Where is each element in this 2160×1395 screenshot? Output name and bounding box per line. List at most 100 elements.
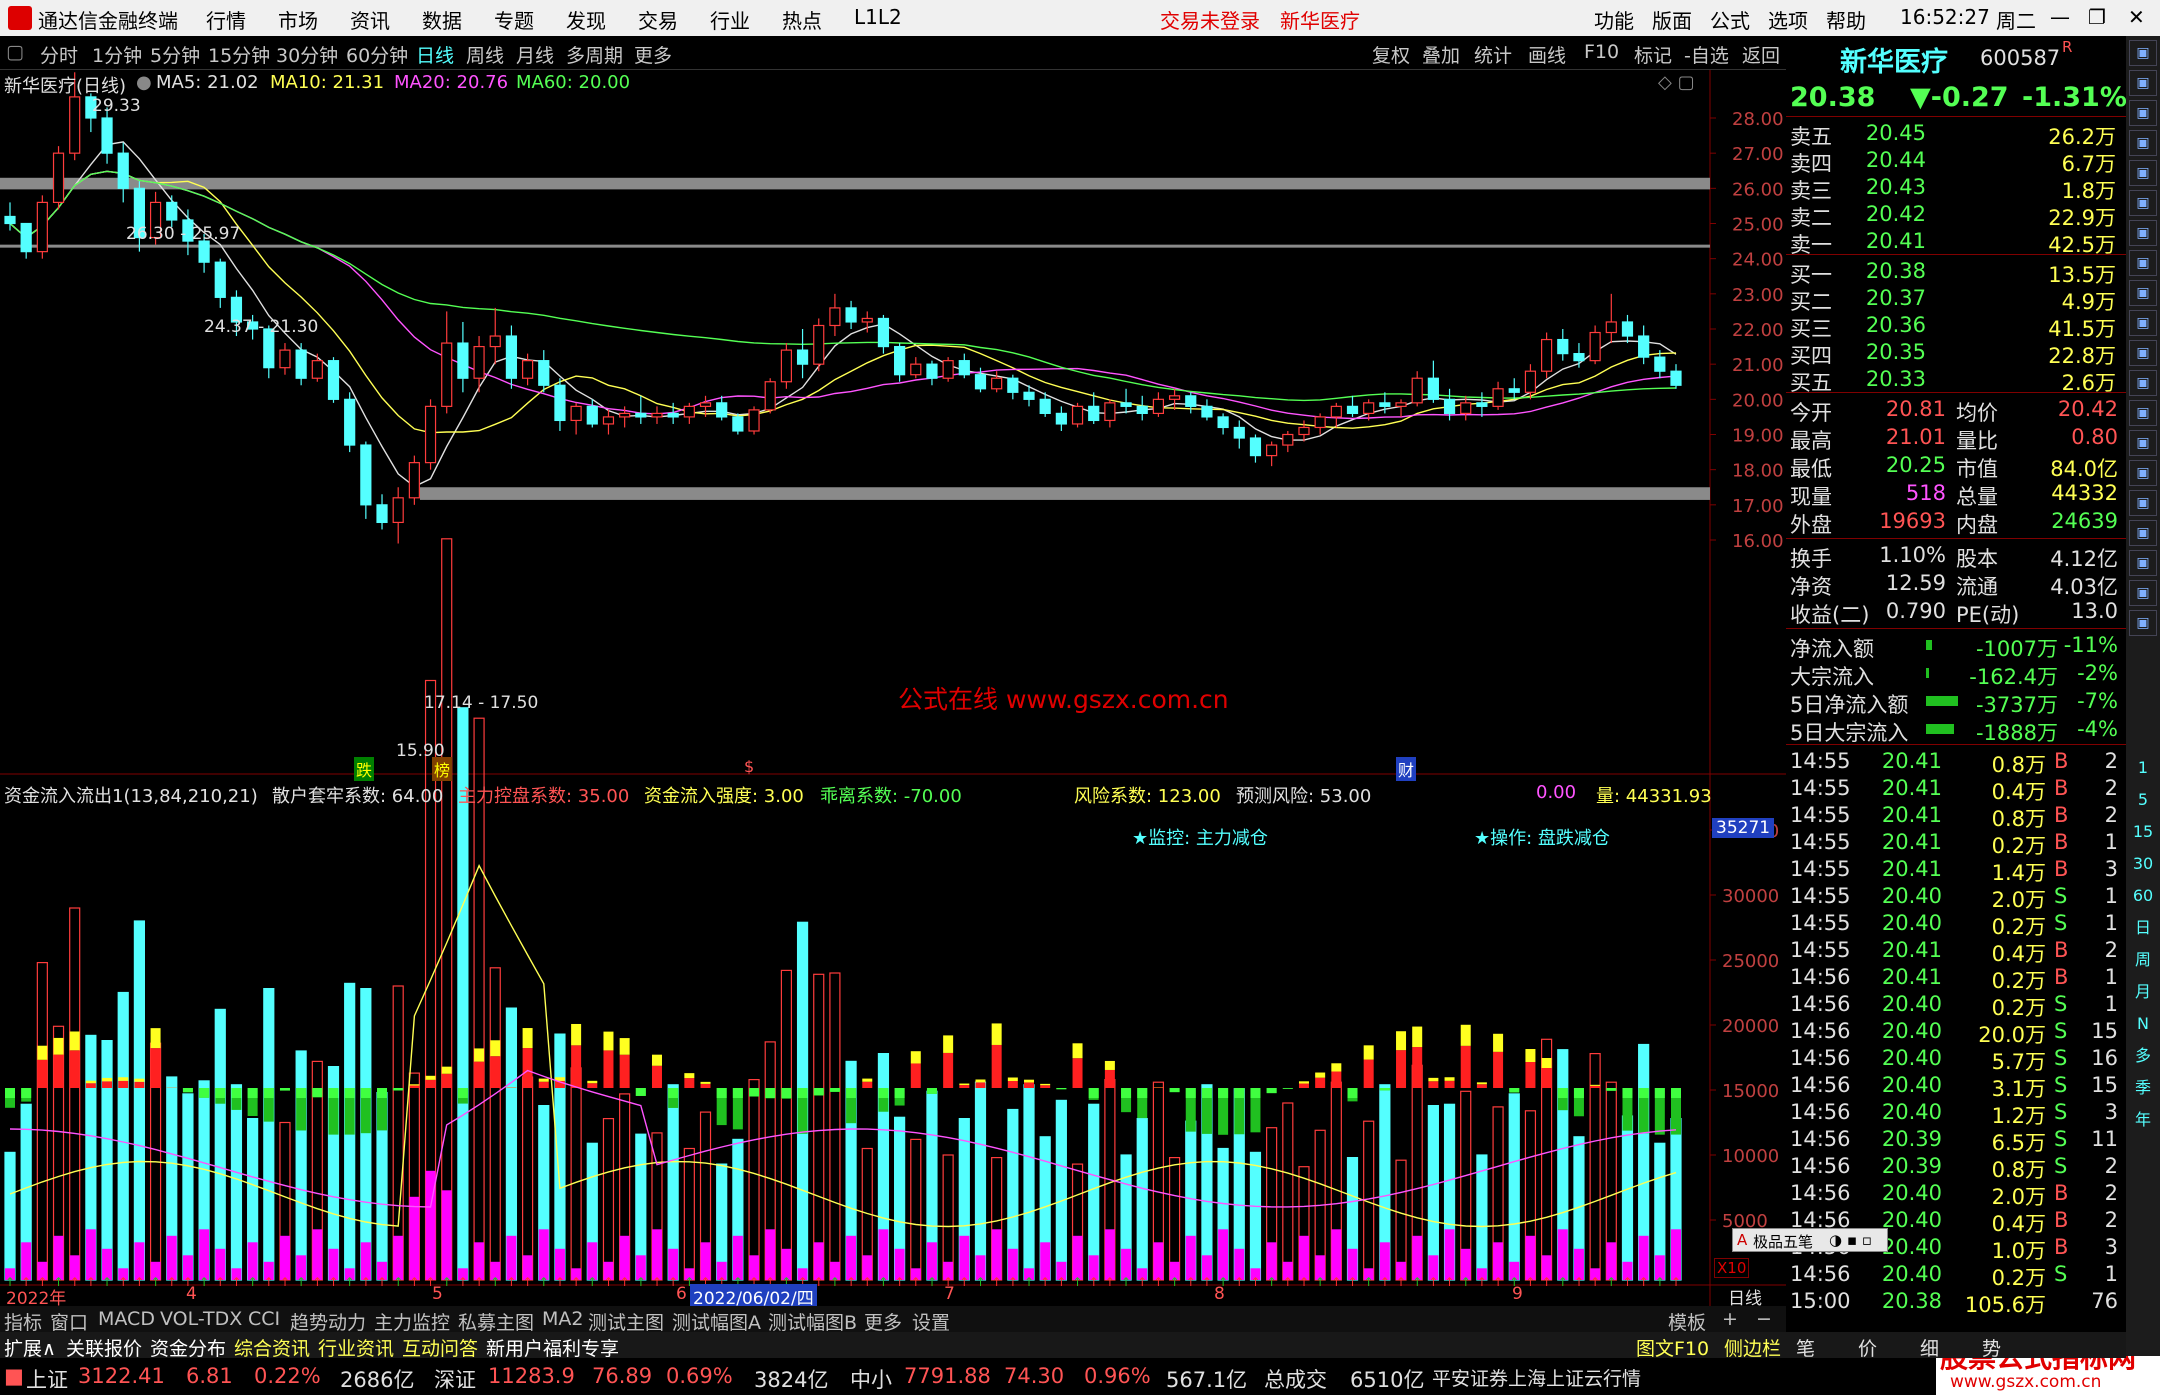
tab-ma2[interactable]: MA2 bbox=[542, 1308, 583, 1330]
tick-row[interactable]: 14:56 20.41 0.2万 B 1 bbox=[1786, 964, 2126, 993]
trade-login-status[interactable]: 交易未登录 bbox=[1160, 5, 1260, 34]
ask-row[interactable]: 卖三 20.43 1.8万 bbox=[1786, 174, 2126, 203]
side-tool-icon[interactable]: ▣ bbox=[2129, 460, 2157, 486]
menu-gongneng[interactable]: 功能 bbox=[1594, 5, 1634, 34]
tab-more[interactable]: 更多 bbox=[864, 1308, 902, 1335]
event-marker-cai[interactable]: 财 bbox=[1396, 757, 1417, 781]
x10-badge[interactable]: X10 bbox=[1714, 1258, 1750, 1278]
tab-vol-tdx[interactable]: VOL-TDX bbox=[160, 1308, 242, 1330]
main-chart[interactable]: 28.00 27.00 26.00 25.00 24.00 23.00 22.00 21.00… bbox=[0, 70, 1786, 1316]
period-shortcut-1[interactable]: 5 bbox=[2129, 788, 2157, 814]
remove-pane-icon[interactable]: − bbox=[1756, 1308, 1772, 1330]
sz-label[interactable]: 深证 bbox=[434, 1364, 476, 1394]
tab-bi[interactable]: 笔 bbox=[1796, 1334, 1815, 1361]
side-tool-icon[interactable]: ▣ bbox=[2129, 220, 2157, 246]
tick-row[interactable]: 14:56 20.39 6.5万 S 11 bbox=[1786, 1126, 2126, 1155]
tick-row[interactable]: 14:55 20.41 0.4万 B 2 bbox=[1786, 775, 2126, 804]
btn-biaoji[interactable]: 标记 bbox=[1634, 41, 1672, 68]
btn-f10[interactable]: F10 bbox=[1584, 41, 1619, 63]
tab-chuangkou[interactable]: 窗口 bbox=[50, 1308, 88, 1335]
tick-row[interactable]: 14:56 20.40 20.0万 S 15 bbox=[1786, 1018, 2126, 1047]
event-marker-die[interactable]: 跌 bbox=[354, 757, 375, 781]
side-tool-icon[interactable]: ▣ bbox=[2129, 430, 2157, 456]
side-tool-icon[interactable]: ▣ bbox=[2129, 40, 2157, 66]
side-tool-icon[interactable]: ▣ bbox=[2129, 340, 2157, 366]
ask-row[interactable]: 卖二 20.42 22.9万 bbox=[1786, 201, 2126, 230]
period-shortcut-11[interactable]: 年 bbox=[2129, 1108, 2157, 1134]
tab-jia[interactable]: 价 bbox=[1858, 1334, 1877, 1361]
menu-xuanxiang[interactable]: 选项 bbox=[1768, 5, 1808, 34]
stat-row[interactable]: 今开 20.81 均价 20.42 bbox=[1786, 396, 2126, 425]
period-shortcut-5[interactable]: 日 bbox=[2129, 916, 2157, 942]
side-tool-icon[interactable]: ▣ bbox=[2129, 580, 2157, 606]
tab-zhibiao[interactable]: 指标 bbox=[4, 1308, 42, 1335]
menu-banmian[interactable]: 版面 bbox=[1652, 5, 1692, 34]
indicator-name[interactable]: 资金流入流出1(13,84,210,21) bbox=[4, 782, 258, 808]
side-tool-icon[interactable]: ▣ bbox=[2129, 250, 2157, 276]
tab-zonghe[interactable]: 综合资讯 bbox=[234, 1334, 310, 1361]
tf-fenshi[interactable]: 分时 bbox=[40, 41, 78, 68]
fin-row[interactable]: 净资 12.59 流通 4.03亿 bbox=[1786, 570, 2126, 599]
ask-row[interactable]: 卖五 20.45 26.2万 bbox=[1786, 120, 2126, 149]
side-tool-icon[interactable]: ▣ bbox=[2129, 550, 2157, 576]
ime-bar[interactable]: A 极品五笔 ◑ ▪ ▫ bbox=[1732, 1228, 1888, 1252]
tick-row[interactable]: 14:55 20.41 0.4万 B 2 bbox=[1786, 937, 2126, 966]
menu-redian[interactable]: 热点 bbox=[782, 5, 822, 34]
side-tool-icon[interactable]: ▣ bbox=[2129, 160, 2157, 186]
side-tool-icon[interactable]: ▣ bbox=[2129, 370, 2157, 396]
event-marker-dollar[interactable]: $ bbox=[744, 757, 754, 776]
bid-row[interactable]: 买一 20.38 13.5万 bbox=[1786, 258, 2126, 287]
menu-l1l2[interactable]: L1L2 bbox=[854, 5, 902, 29]
side-tool-icon[interactable]: ▣ bbox=[2129, 280, 2157, 306]
tab-zhuli[interactable]: 主力监控 bbox=[374, 1308, 450, 1335]
tick-row[interactable]: 14:56 20.39 0.8万 S 2 bbox=[1786, 1153, 2126, 1182]
settings-icon[interactable]: ● bbox=[136, 72, 152, 93]
btn-fanhui[interactable]: 返回 bbox=[1742, 41, 1780, 68]
tab-sidebar[interactable]: 侧边栏 bbox=[1724, 1334, 1781, 1361]
tick-row[interactable]: 14:56 20.40 5.7万 S 16 bbox=[1786, 1045, 2126, 1074]
side-tool-icon[interactable]: ▣ bbox=[2129, 610, 2157, 636]
zx-label[interactable]: 中小 bbox=[850, 1364, 892, 1394]
tf-5min[interactable]: 5分钟 bbox=[150, 41, 200, 68]
tick-row[interactable]: 14:56 20.40 0.2万 S 1 bbox=[1786, 1261, 2126, 1290]
tf-monthly[interactable]: 月线 bbox=[516, 41, 554, 68]
menu-shuju[interactable]: 数据 bbox=[422, 5, 462, 34]
fin-row[interactable]: 收益(二) 0.790 PE(动) 13.0 bbox=[1786, 598, 2126, 627]
add-pane-icon[interactable]: + bbox=[1722, 1308, 1738, 1330]
tab-hangye[interactable]: 行业资讯 bbox=[318, 1334, 394, 1361]
period-shortcut-9[interactable]: 多 bbox=[2129, 1044, 2157, 1070]
collapse-icon[interactable]: ▢ bbox=[6, 41, 24, 63]
btn-huaxian[interactable]: 画线 bbox=[1528, 41, 1566, 68]
tick-row[interactable]: 14:55 20.41 1.4万 B 3 bbox=[1786, 856, 2126, 885]
period-shortcut-2[interactable]: 15 bbox=[2129, 820, 2157, 846]
btn-tongji[interactable]: 统计 bbox=[1474, 41, 1512, 68]
tf-weekly[interactable]: 周线 bbox=[466, 41, 504, 68]
tick-row[interactable]: 14:56 20.40 2.0万 B 2 bbox=[1786, 1180, 2126, 1209]
tab-shi[interactable]: 势 bbox=[1982, 1334, 2001, 1361]
close-icon[interactable]: ✕ bbox=[2128, 5, 2145, 29]
tf-daily[interactable]: 日线 bbox=[416, 41, 454, 68]
tab-ceshi-a[interactable]: 测试幅图A bbox=[672, 1308, 761, 1335]
ime-tools-icon[interactable]: ◑ ▪ ▫ bbox=[1829, 1231, 1872, 1249]
tab-simu[interactable]: 私募主图 bbox=[458, 1308, 534, 1335]
period-shortcut-4[interactable]: 60 bbox=[2129, 884, 2157, 910]
side-tool-icon[interactable]: ▣ bbox=[2129, 190, 2157, 216]
chart-options-icon[interactable]: ◇ ▢ bbox=[1658, 72, 1695, 93]
side-tool-icon[interactable]: ▣ bbox=[2129, 520, 2157, 546]
period-shortcut-7[interactable]: 月 bbox=[2129, 980, 2157, 1006]
menu-shichang[interactable]: 市场 bbox=[278, 5, 318, 34]
menu-zhuanti[interactable]: 专题 bbox=[494, 5, 534, 34]
bid-row[interactable]: 买五 20.33 2.6万 bbox=[1786, 366, 2126, 395]
bid-row[interactable]: 买二 20.37 4.9万 bbox=[1786, 285, 2126, 314]
menu-faxian[interactable]: 发现 bbox=[566, 5, 606, 34]
tab-ceshi-zhu[interactable]: 测试主图 bbox=[588, 1308, 664, 1335]
minimize-icon[interactable]: — bbox=[2050, 5, 2070, 29]
tf-1min[interactable]: 1分钟 bbox=[92, 41, 142, 68]
tab-kuozhan[interactable]: 扩展∧ bbox=[4, 1334, 56, 1361]
side-tool-icon[interactable]: ▣ bbox=[2129, 490, 2157, 516]
side-tool-icon[interactable]: ▣ bbox=[2129, 310, 2157, 336]
menu-hangqing[interactable]: 行情 bbox=[206, 5, 246, 34]
btn-zixuan[interactable]: -自选 bbox=[1684, 41, 1729, 68]
bid-row[interactable]: 买三 20.36 41.5万 bbox=[1786, 312, 2126, 341]
menu-zixun[interactable]: 资讯 bbox=[350, 5, 390, 34]
